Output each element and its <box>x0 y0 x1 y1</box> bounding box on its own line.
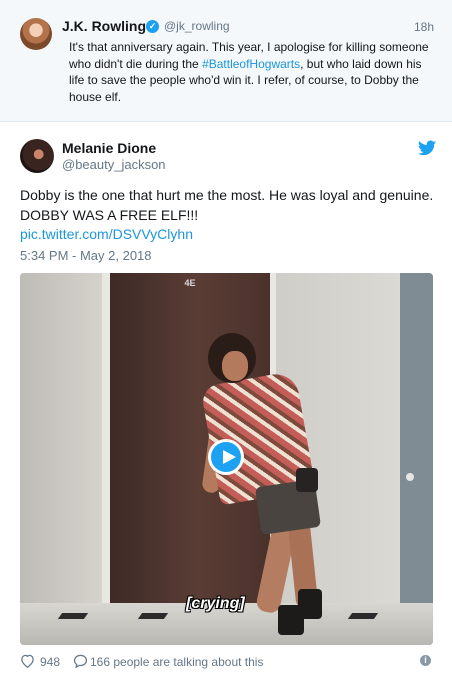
avatar-jk-rowling[interactable] <box>20 18 52 50</box>
wall-left <box>20 273 105 645</box>
quoted-tweet-time[interactable]: 18h <box>414 20 434 34</box>
door-knob <box>406 473 414 481</box>
quoted-tweet-text: It's that anniversary again. This year, … <box>69 39 437 105</box>
floor-tile <box>137 613 169 619</box>
person-bag <box>296 468 318 492</box>
author-handle[interactable]: @beauty_jackson <box>62 157 166 172</box>
quoted-author-handle[interactable]: @jk_rowling <box>164 19 230 33</box>
avatar-melanie-dione[interactable] <box>20 139 54 173</box>
heart-icon[interactable] <box>20 654 35 668</box>
hashtag-link[interactable]: #BattleofHogwarts <box>202 57 300 71</box>
reply-icon[interactable] <box>73 654 88 668</box>
person-boot <box>298 589 322 619</box>
verified-badge-icon: ✓ <box>146 20 159 33</box>
gif-caption: [crying] <box>186 595 245 612</box>
tweet-footer: 948 166 people are talking about this i <box>20 653 433 671</box>
person-face <box>222 351 248 381</box>
media-link[interactable]: pic.twitter.com/DSVVyClyhn <box>20 226 193 242</box>
play-icon[interactable] <box>208 439 244 475</box>
like-count[interactable]: 948 <box>40 655 60 669</box>
author-name[interactable]: Melanie Dione <box>62 140 156 156</box>
info-icon[interactable]: i <box>420 655 431 666</box>
floor-tile <box>57 613 89 619</box>
gif-media[interactable]: 4E [crying] <box>20 273 433 645</box>
quoted-tweet[interactable]: J.K. Rowling ✓ @jk_rowling 18h It's that… <box>0 0 452 122</box>
floor-tile <box>347 613 379 619</box>
tweet-text: Dobby is the one that hurt me the most. … <box>20 187 434 223</box>
quoted-author-name[interactable]: J.K. Rowling <box>62 18 146 34</box>
twitter-bird-icon[interactable] <box>418 140 436 156</box>
tweet-timestamp[interactable]: 5:34 PM - May 2, 2018 <box>20 248 152 263</box>
door-number: 4E <box>184 278 196 288</box>
side-door <box>400 273 433 645</box>
talking-about-link[interactable]: 166 people are talking about this <box>90 655 263 669</box>
